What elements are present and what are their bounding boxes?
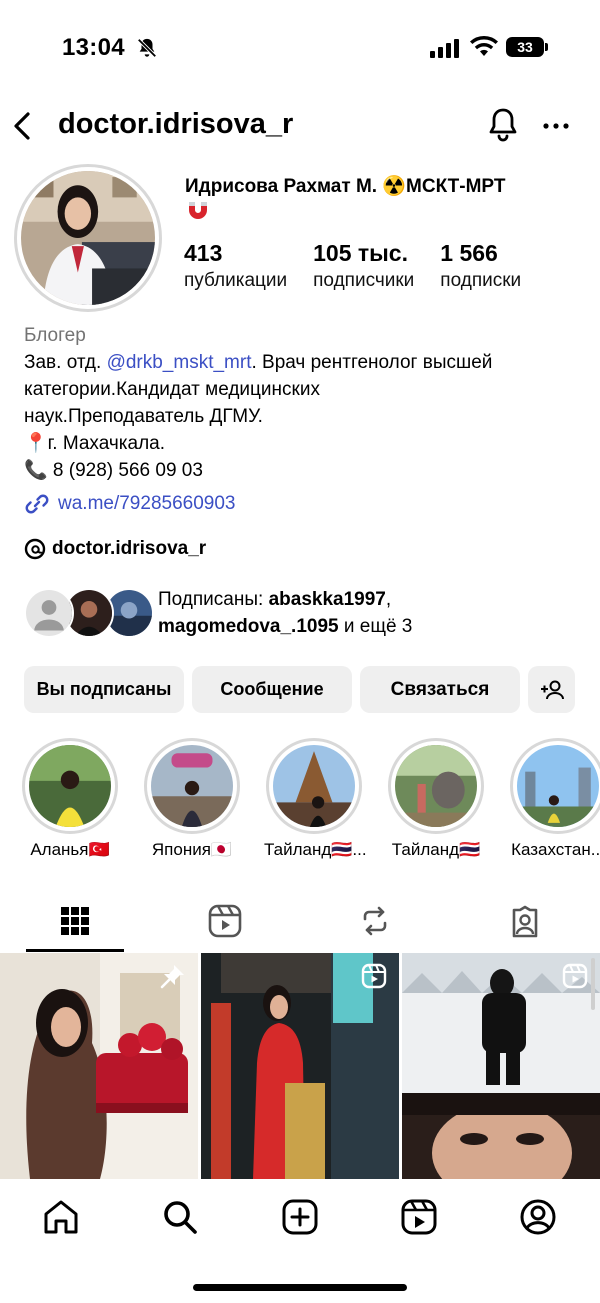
battery-indicator: 33 (506, 37, 548, 57)
bio-link-text: wa.me/79285660903 (58, 493, 236, 514)
add-person-icon (540, 680, 564, 699)
highlight-item[interactable]: Тайланд🇹🇭 (386, 738, 486, 862)
highlight-label: Тайланд🇹🇭 (391, 840, 481, 859)
bio-mention-link[interactable]: @drkb_mskt_mrt (107, 352, 252, 373)
bio-line-1-prefix: Зав. отд. (24, 352, 107, 373)
threads-icon (24, 538, 46, 559)
more-options-icon[interactable] (540, 114, 572, 138)
threads-badge[interactable]: doctor.idrisova_r (24, 535, 584, 562)
followed-by-suffix: и ещё 3 (338, 616, 413, 637)
profile-specialty: МСКТ-МРТ (406, 176, 506, 197)
bio-line-1: Зав. отд. @drkb_mskt_mrt. Врач рентгенол… (24, 349, 584, 376)
stat-following[interactable]: 1 566 подписки (440, 240, 521, 296)
suggested-users-button[interactable] (528, 666, 575, 713)
profile-bio: Блогер Зав. отд. @drkb_mskt_mrt. Врач ре… (24, 322, 584, 562)
followed-by-user-2: magomedova_.1095 (158, 616, 339, 637)
tab-tagged[interactable] (450, 890, 600, 952)
follower-avatar-1 (24, 588, 74, 638)
tagged-person-icon (512, 905, 538, 938)
followed-by-text: Подписаны: abaskka1997, magomedova_.1095… (158, 586, 588, 640)
post-thumbnail[interactable] (402, 953, 600, 1179)
highlight-label: Аланья🇹🇷 (30, 840, 110, 859)
highlight-item[interactable]: Япония🇯🇵 (142, 738, 242, 862)
highlight-item[interactable]: Казахстан... (508, 738, 600, 862)
create-post-icon[interactable] (280, 1197, 320, 1237)
profile-name: Идрисова Рахмат М. ☢️МСКТ-МРТ (185, 174, 585, 200)
highlight-label: Казахстан... (511, 840, 600, 859)
followed-by-prefix: Подписаны: (158, 589, 269, 610)
highlight-item[interactable]: Аланья🇹🇷 (20, 738, 120, 862)
followed-by-avatars (24, 588, 154, 638)
bio-line-1-suffix: . Врач рентгенолог высшей (251, 352, 493, 373)
stat-followers-label: подписчики (313, 270, 415, 291)
pinned-icon (160, 965, 184, 989)
stat-posts-value: 413 (184, 240, 223, 266)
wifi-icon (470, 36, 498, 56)
home-indicator (193, 1284, 407, 1291)
posts-grid (0, 953, 600, 1179)
radiation-emoji: ☢️ (382, 176, 407, 197)
profile-nav-icon[interactable] (518, 1197, 558, 1237)
highlight-label: Япония🇯🇵 (151, 840, 233, 859)
status-bar: 13:04 33 (0, 0, 600, 96)
stat-followers[interactable]: 105 тыс. подписчики (313, 240, 414, 296)
following-button[interactable]: Вы подписаны (24, 666, 184, 713)
profile-actions: Вы подписаны Сообщение Связаться (24, 666, 575, 713)
followed-by-user-1: abaskka1997 (268, 589, 386, 610)
reel-icon (562, 963, 588, 989)
bio-line-3: наук.Преподаватель ДГМУ. (24, 406, 263, 427)
magnet-icon (189, 202, 207, 219)
tab-reposts[interactable] (300, 890, 450, 952)
stat-following-label: подписки (440, 270, 522, 291)
followed-by-separator: , (385, 589, 392, 610)
search-icon[interactable] (160, 1197, 200, 1237)
threads-username: doctor.idrisova_r (52, 538, 207, 559)
profile-category: Блогер (24, 325, 86, 346)
stat-posts-label: публикации (184, 270, 288, 291)
highlight-cover (29, 745, 111, 827)
cellular-signal-icon (430, 38, 459, 58)
stat-following-value: 1 566 (440, 240, 498, 266)
highlight-cover (151, 745, 233, 827)
highlight-label: Тайланд🇹🇭... (264, 840, 367, 859)
stat-followers-value: 105 тыс. (313, 240, 408, 266)
link-icon (25, 494, 49, 513)
status-time: 13:04 (62, 34, 125, 61)
profile-stats: 413 публикации 105 тыс. подписчики 1 566… (184, 240, 547, 296)
post-thumbnail[interactable] (0, 953, 198, 1179)
grid-scrollbar[interactable] (591, 958, 595, 1010)
bio-phone: 📞 8 (928) 566 09 03 (24, 460, 203, 481)
back-arrow-icon[interactable] (10, 108, 36, 144)
reels-nav-icon[interactable] (399, 1197, 439, 1237)
repost-icon (363, 906, 387, 936)
header-username: doctor.idrisova_r (58, 108, 294, 140)
grid-icon (61, 907, 89, 935)
post-thumbnail[interactable] (201, 953, 399, 1179)
reel-icon (361, 963, 387, 989)
profile-tabs (0, 890, 600, 952)
contact-button[interactable]: Связаться (360, 666, 520, 713)
reels-icon (208, 904, 242, 938)
bio-location: 📍г. Махачкала. (24, 433, 165, 454)
highlight-cover (395, 745, 477, 827)
story-highlights: Аланья🇹🇷 Япония🇯🇵 Тайланд🇹🇭... Тайланд🇹🇭… (20, 738, 600, 868)
avatar-photo (21, 171, 155, 305)
message-button[interactable]: Сообщение (192, 666, 352, 713)
highlight-cover (273, 745, 355, 827)
followed-by[interactable]: Подписаны: abaskka1997, magomedova_.1095… (24, 586, 584, 642)
notifications-bell-icon[interactable] (486, 106, 520, 144)
highlight-cover (517, 745, 599, 827)
bio-line-2: категории.Кандидат медицинских (24, 379, 320, 400)
highlight-item[interactable]: Тайланд🇹🇭... (264, 738, 367, 862)
stat-posts[interactable]: 413 публикации (184, 240, 287, 296)
tab-posts-grid[interactable] (0, 890, 150, 952)
profile-full-name: Идрисова Рахмат М. (185, 176, 378, 197)
home-icon[interactable] (41, 1197, 81, 1237)
silent-mode-icon (137, 38, 157, 58)
tab-reels[interactable] (150, 890, 300, 952)
profile-avatar[interactable] (14, 164, 162, 312)
bio-external-link[interactable]: wa.me/79285660903 (24, 490, 584, 517)
profile-header: doctor.idrisova_r (0, 100, 600, 152)
